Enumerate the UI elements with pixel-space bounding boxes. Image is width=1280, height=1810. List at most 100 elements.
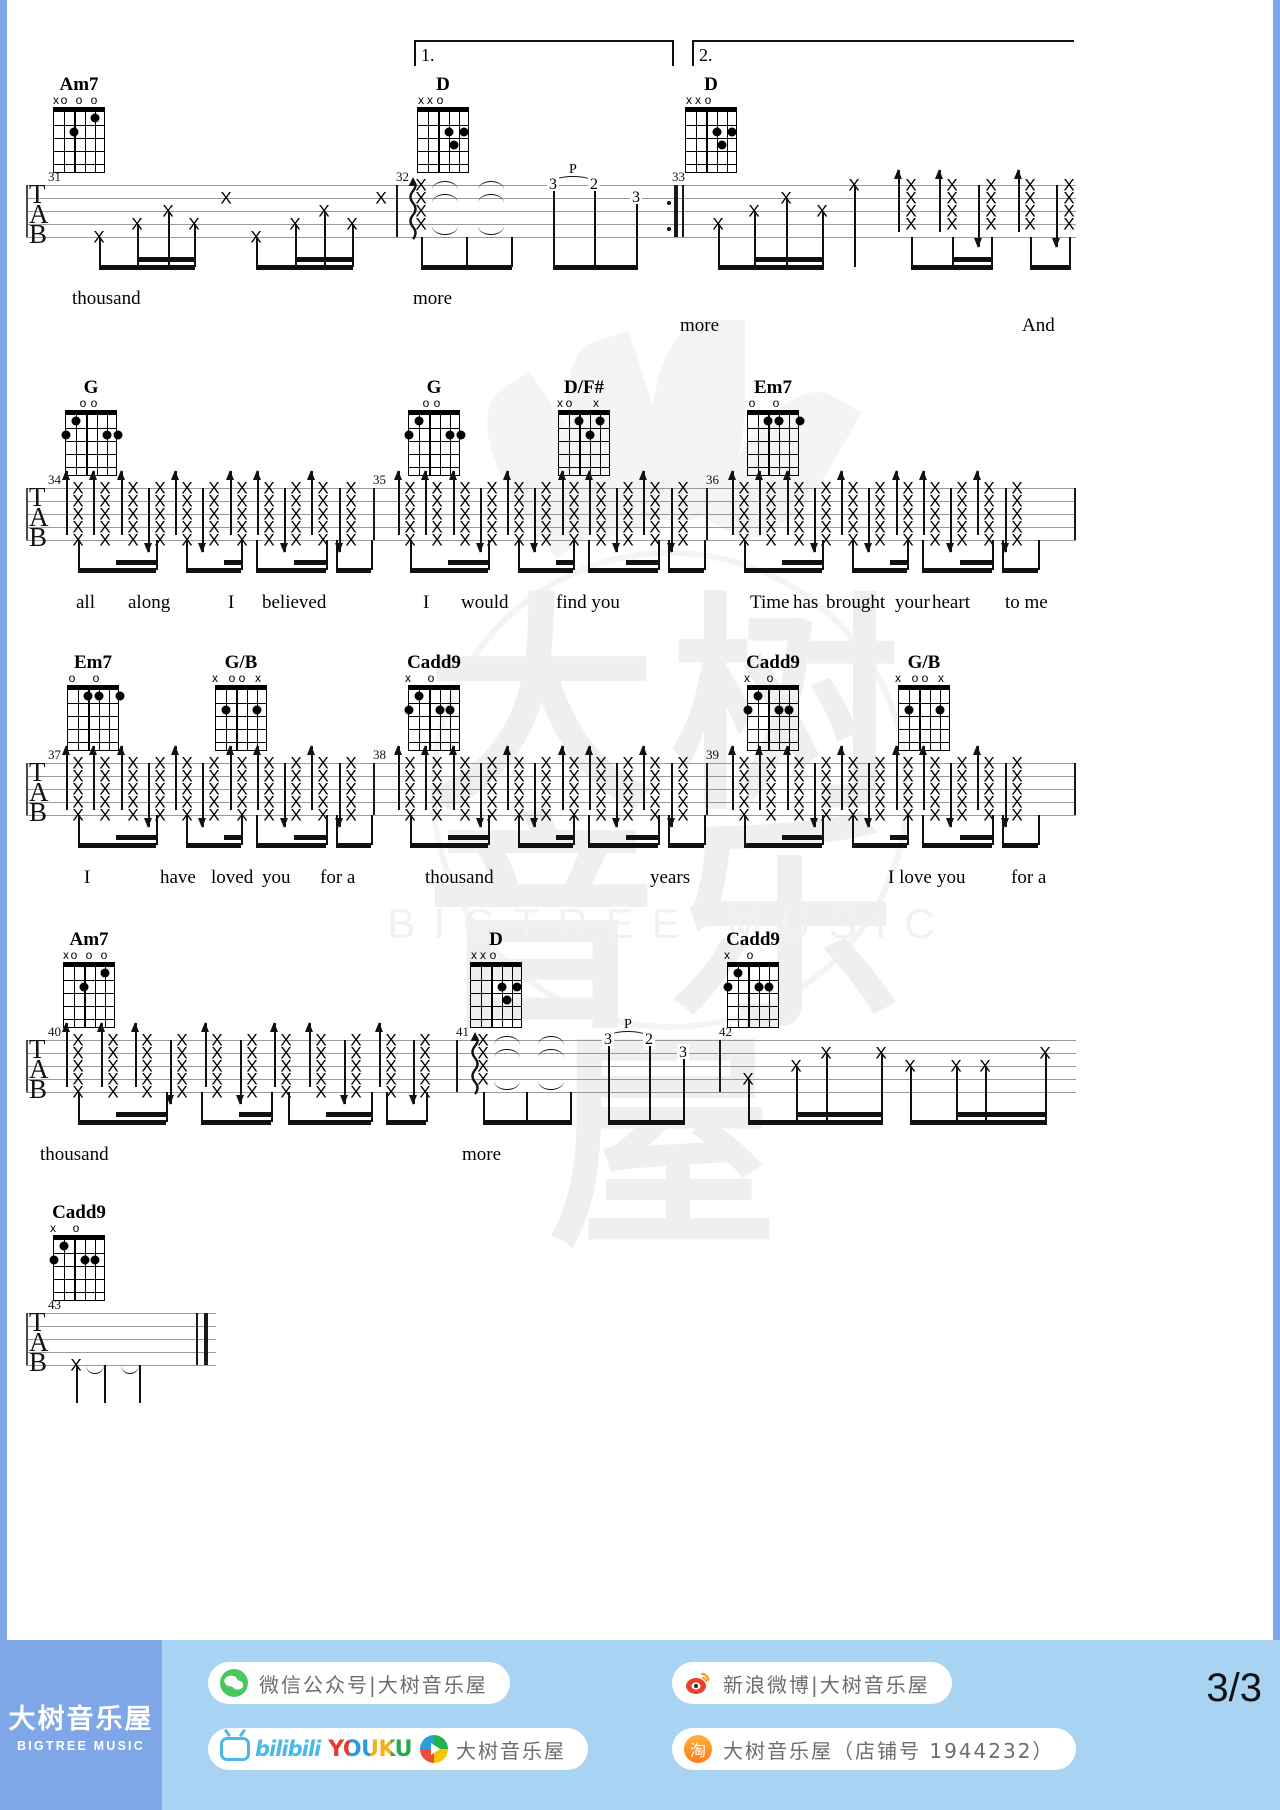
chord-diagram-cadd9-3: Cadd9 xo [722,930,784,1028]
lyric-word: thousand [72,288,141,309]
strum-up [893,470,900,535]
chord-diagram-am7: Am7 xooo [48,75,110,173]
strum-down [613,488,620,553]
measure-number: 34 [48,472,61,487]
strum-up [1015,169,1022,232]
tie-arc [478,194,504,203]
strum-down [341,1040,348,1105]
lyric-word: heart [932,592,970,613]
strum-up [450,470,457,535]
strum-up [132,1022,139,1087]
weibo-icon [684,1669,712,1697]
bilibili-youku-icon: bilibili YOUKU [220,1735,456,1763]
strum-down [477,763,484,828]
open-string-marks: xox [557,396,599,410]
tie-arc [478,181,504,190]
tab-staff-1: 31 32 33 T A B X X X X X X X X X X [26,162,1076,270]
strum-up [172,745,179,810]
strum-up [395,470,402,535]
chord-name: Cadd9 [407,652,461,673]
fretboard-grid [747,410,804,476]
tie-arc [538,1036,564,1045]
chord-diagram-em7: Em7 oo [742,378,804,476]
chord-diagram-cadd9-2: Cadd9 xo [742,653,804,751]
strum-up [90,745,97,810]
lyric-word: more [413,288,453,309]
strum-down [811,763,818,828]
chord-diagram-cadd9-1: Cadd9 xo [403,653,465,751]
measure-number: 40 [48,1024,61,1039]
lyric-word: I [423,592,430,613]
lyric-word: more [462,1144,502,1165]
chord-diagram-d-ending2: D xxo [680,75,742,173]
lyric-word: brought [826,592,886,613]
strum-up [784,470,791,535]
weibo-label: 新浪微博|大树音乐屋 [723,1672,930,1697]
strum-down [531,488,538,553]
chord-name: Am7 [59,74,99,95]
tab-clef-B: B [29,219,48,249]
strum-down [668,488,675,553]
strum-up [118,745,125,810]
measure-number: 35 [373,472,386,487]
lyric-word: I [228,592,235,613]
tab-staff-2: 34 35 36 T A B XXXXXXXXXXXXXXXXXXXXXXXXX… [26,470,1076,573]
strum-down [947,763,954,828]
chord-diagram-g-b-2: G/B xoox [893,653,955,751]
lyric-word: your [895,592,930,613]
strum-up [640,745,647,810]
wechat-pill[interactable]: 微信公众号|大树音乐屋 [208,1662,510,1704]
tab-staff-5: 43 T A B X [26,1297,216,1403]
lyric-word: you [937,867,966,888]
strum-up [395,745,402,810]
strum-up [504,745,511,810]
open-string-marks: xxo [686,93,712,107]
strum-up [227,470,234,535]
strum-up [504,470,511,535]
fretboard-grid [404,410,465,476]
tab-clef-B: B [29,1347,48,1377]
chord-name: Cadd9 [726,929,780,950]
open-string-marks: xoox [212,671,261,685]
lyric-word: years [650,867,691,888]
chord-name: Cadd9 [52,1202,106,1223]
lyric-word: more [680,315,720,336]
lyric-word: for a [1011,867,1047,888]
bilibili-youku-pill[interactable]: bilibili YOUKU 大树音乐屋 [208,1728,589,1770]
chord-name: Em7 [754,377,792,398]
strum-down [865,488,872,553]
measure-number: 36 [706,472,719,487]
strum-down [947,488,954,553]
weibo-pill[interactable]: 新浪微博|大树音乐屋 [672,1662,952,1704]
open-string-marks: oo [422,396,441,410]
tie-arc [494,1081,520,1090]
chord-name: D/F# [563,377,605,398]
youku-play-icon [420,1735,449,1763]
taobao-pill[interactable]: 淘 大树音乐屋（店铺号 1944232） [672,1728,1077,1770]
strum-up [974,745,981,810]
lyric-word: thousand [40,1144,109,1165]
strum-up [893,745,900,810]
tie-arc [494,1036,520,1045]
bilibili-label: bilibili [255,1737,321,1761]
chord-diagram-g-b-1: G/B xoox [210,653,272,751]
chord-diagram-am7-2: Am7 xooo [58,930,120,1028]
lyric-word: you [262,867,291,888]
open-string-marks: xo [50,1221,80,1235]
strum-up [729,470,736,535]
measure-number: 42 [719,1024,732,1039]
strum-up [586,745,593,810]
open-string-marks: xxo [471,948,497,962]
brand-block: 大树音乐屋 BIGTREE MUSIC [0,1640,162,1810]
tie-arc [432,194,458,203]
strum-up [227,745,234,810]
chord-name: D [704,74,718,95]
strum-down [199,763,206,828]
open-string-marks: xooo [53,93,98,107]
strum-up [640,470,647,535]
open-string-marks: xoox [895,671,944,685]
tie-arc [121,1365,139,1374]
strum-up [586,470,593,535]
chord-name: Cadd9 [746,652,800,673]
strum-up [559,470,566,535]
